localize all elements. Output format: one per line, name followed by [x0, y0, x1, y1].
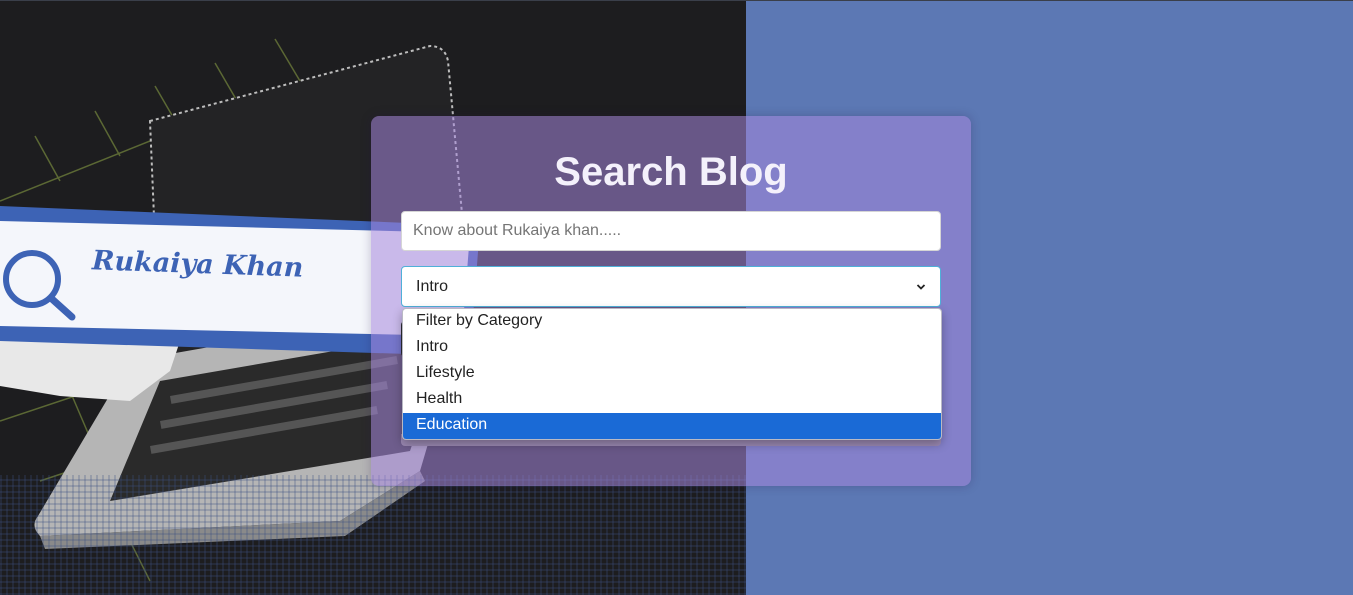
option-filter-by-category[interactable]: Filter by Category — [403, 309, 941, 335]
search-input[interactable] — [401, 211, 941, 251]
option-intro[interactable]: Intro — [403, 335, 941, 361]
category-select[interactable]: Intro — [401, 266, 941, 307]
category-select-value: Intro — [416, 277, 449, 295]
chevron-down-icon — [916, 283, 926, 290]
page-title: Search Blog — [554, 150, 788, 194]
option-health[interactable]: Health — [403, 387, 941, 413]
option-lifestyle[interactable]: Lifestyle — [403, 361, 941, 387]
option-education[interactable]: Education — [403, 413, 941, 439]
category-dropdown-list: Filter by Category Intro Lifestyle Healt… — [402, 308, 942, 440]
